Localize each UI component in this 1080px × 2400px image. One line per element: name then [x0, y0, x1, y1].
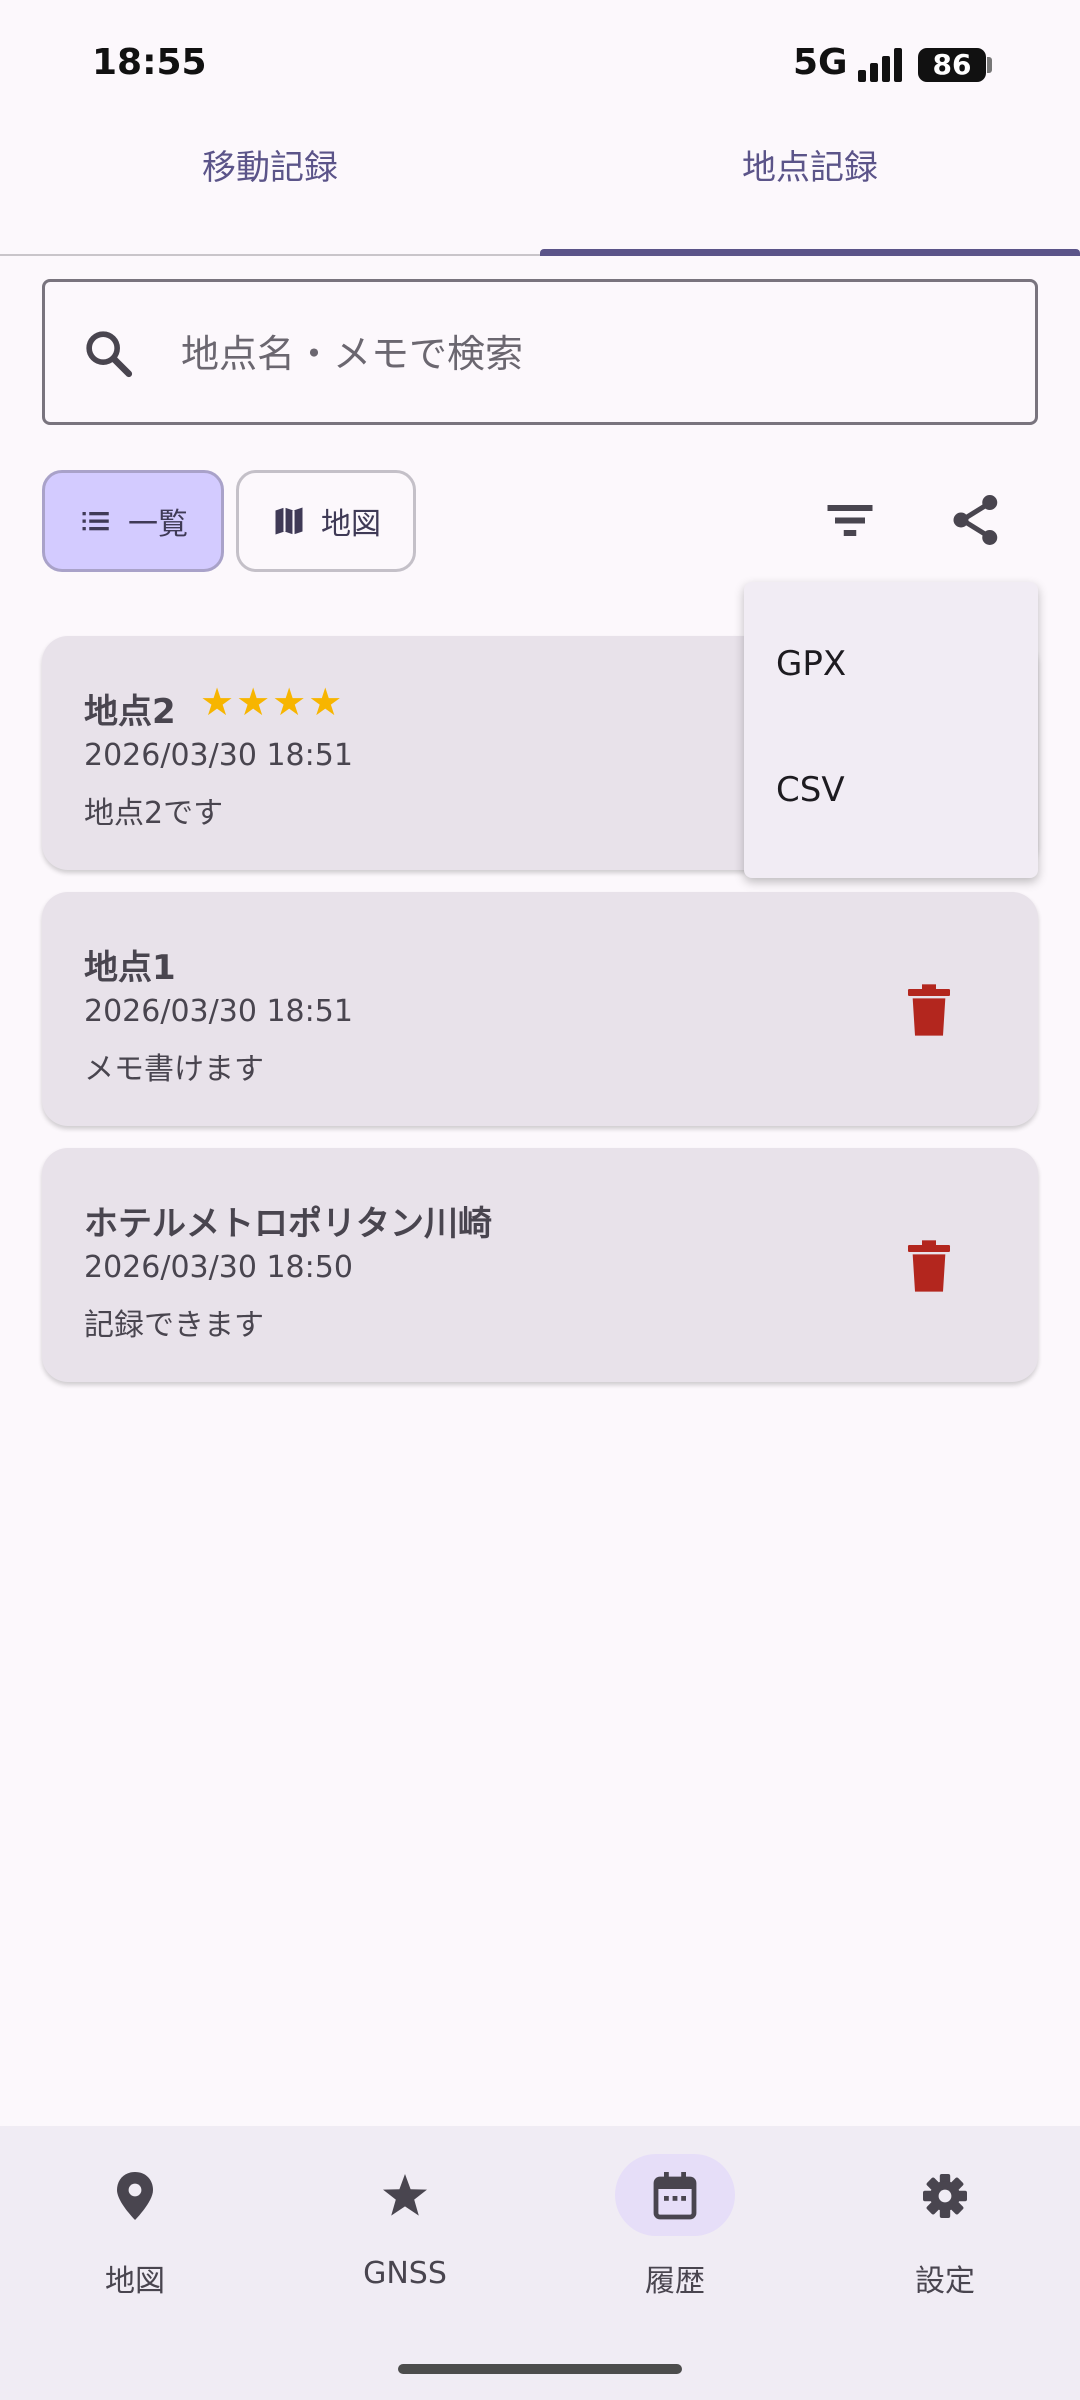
tab-place-records[interactable]: 地点記録: [540, 140, 1080, 254]
bottom-navigation: 地図 GNSS 履歴 設定: [0, 2126, 1080, 2400]
place-name: ホテルメトロポリタン川崎: [84, 1204, 492, 1244]
star-icon: [383, 2174, 427, 2216]
map-icon: [275, 507, 303, 535]
search-icon: [86, 331, 133, 378]
search-input[interactable]: 地点名・メモで検索: [42, 279, 1038, 425]
list-view-button[interactable]: 一覧: [42, 470, 224, 572]
signal-icon: [858, 48, 904, 82]
list-view-label: 一覧: [128, 507, 188, 542]
nav-label: GNSS: [363, 2256, 447, 2291]
nav-label: 履歴: [645, 2264, 705, 2299]
nav-label: 地図: [105, 2264, 165, 2299]
place-memo: メモ書けます: [84, 1052, 264, 1087]
place-date: 2026/03/30 18:50: [84, 1250, 353, 1285]
tab-indicator: [540, 249, 1080, 256]
status-time: 18:55: [92, 42, 207, 83]
place-date: 2026/03/30 18:51: [84, 738, 353, 773]
filter-icon[interactable]: [820, 490, 880, 550]
place-date: 2026/03/30 18:51: [84, 994, 353, 1029]
nav-item-map[interactable]: 地図: [0, 2126, 270, 2400]
battery-icon: 86: [918, 48, 986, 82]
place-memo: 地点2です: [84, 796, 224, 831]
nav-label: 設定: [915, 2264, 975, 2299]
gear-icon: [923, 2174, 967, 2218]
list-icon: [82, 512, 109, 531]
place-card[interactable]: ホテルメトロポリタン川崎 2026/03/30 18:50 記録できます: [42, 1148, 1038, 1382]
rating-stars: ★★★★: [200, 680, 345, 724]
search-placeholder: 地点名・メモで検索: [181, 332, 524, 376]
map-view-label: 地図: [321, 507, 381, 542]
delete-icon[interactable]: [904, 1238, 954, 1294]
home-indicator[interactable]: [398, 2364, 682, 2374]
export-menu: GPX CSV: [744, 582, 1038, 878]
tab-bar: 移動記録 地点記録: [0, 140, 1080, 256]
nav-item-history[interactable]: 履歴: [540, 2126, 810, 2400]
delete-icon[interactable]: [904, 982, 954, 1038]
battery-tip: [987, 57, 992, 73]
place-card[interactable]: 地点1 2026/03/30 18:51 メモ書けます: [42, 892, 1038, 1126]
location-pin-icon: [117, 2172, 153, 2220]
place-name: 地点1: [84, 948, 176, 988]
menu-item-csv[interactable]: CSV: [776, 770, 845, 810]
nav-item-settings[interactable]: 設定: [810, 2126, 1080, 2400]
status-bar: 18:55 5G 86: [0, 0, 1080, 130]
place-name: 地点2: [84, 692, 176, 732]
place-memo: 記録できます: [84, 1308, 264, 1343]
tab-movement-records[interactable]: 移動記録: [0, 140, 540, 254]
network-type: 5G: [793, 42, 848, 83]
map-view-button[interactable]: 地図: [236, 470, 416, 572]
menu-item-gpx[interactable]: GPX: [776, 644, 846, 684]
nav-item-gnss[interactable]: GNSS: [270, 2126, 540, 2400]
share-icon[interactable]: [946, 490, 1006, 550]
calendar-icon: [653, 2172, 697, 2220]
